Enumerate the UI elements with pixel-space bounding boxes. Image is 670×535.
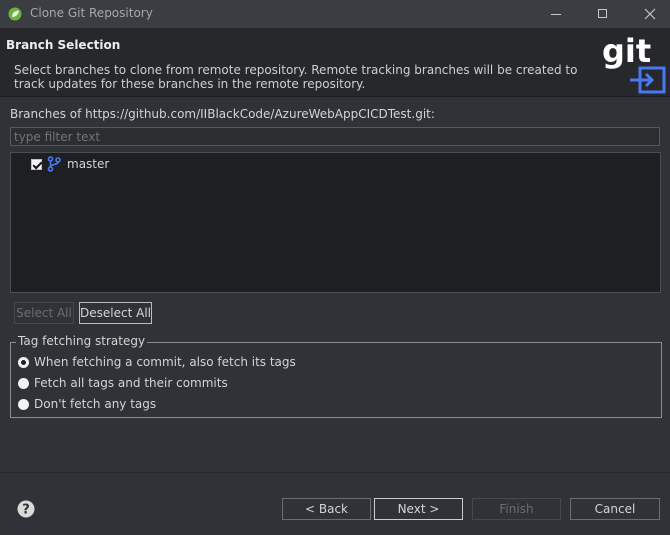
finish-button[interactable]: Finish (472, 498, 561, 520)
branch-icon (47, 156, 61, 172)
branches-label: Branches of https://github.com/IIBlackCo… (10, 107, 435, 121)
radio-label: Fetch all tags and their commits (34, 376, 228, 390)
radio-label: Don't fetch any tags (34, 397, 157, 411)
close-button[interactable] (640, 4, 660, 24)
radio-no-tags[interactable]: Don't fetch any tags (18, 395, 156, 413)
select-all-button[interactable]: Select All (14, 302, 74, 324)
radio-fetch-all-tags[interactable]: Fetch all tags and their commits (18, 374, 228, 392)
footer-divider (0, 472, 670, 473)
list-item[interactable]: master (31, 155, 109, 173)
title-bar: Clone Git Repository (0, 0, 670, 28)
window-title: Clone Git Repository (30, 6, 153, 20)
deselect-all-button[interactable]: Deselect All (79, 302, 152, 324)
radio-button[interactable] (18, 356, 29, 368)
help-icon[interactable]: ? (17, 500, 35, 518)
wizard-header: Branch Selection Select branches to clon… (0, 28, 670, 96)
radio-button[interactable] (18, 377, 29, 389)
radio-label: When fetching a commit, also fetch its t… (34, 355, 296, 369)
maximize-button[interactable] (593, 4, 613, 24)
next-button[interactable]: Next > (374, 498, 463, 520)
page-title: Branch Selection (6, 38, 121, 52)
branch-list[interactable]: master (10, 152, 661, 293)
svg-text:?: ? (22, 503, 30, 518)
close-icon (644, 8, 656, 20)
radio-button[interactable] (18, 398, 29, 410)
svg-text:git: git (602, 34, 651, 70)
page-description: Select branches to clone from remote rep… (14, 63, 578, 91)
git-logo-icon: git (602, 34, 666, 94)
radio-fetch-commit-tags[interactable]: When fetching a commit, also fetch its t… (18, 353, 296, 371)
branch-checkbox[interactable] (31, 158, 42, 170)
branch-filter-input[interactable] (10, 127, 660, 146)
cancel-button[interactable]: Cancel (570, 498, 660, 520)
spring-leaf-icon (8, 7, 22, 21)
back-button[interactable]: < Back (282, 498, 371, 520)
tag-strategy-legend: Tag fetching strategy (16, 334, 148, 348)
minimize-button[interactable] (546, 4, 566, 24)
header-divider (0, 96, 670, 97)
branch-name: master (67, 157, 110, 171)
